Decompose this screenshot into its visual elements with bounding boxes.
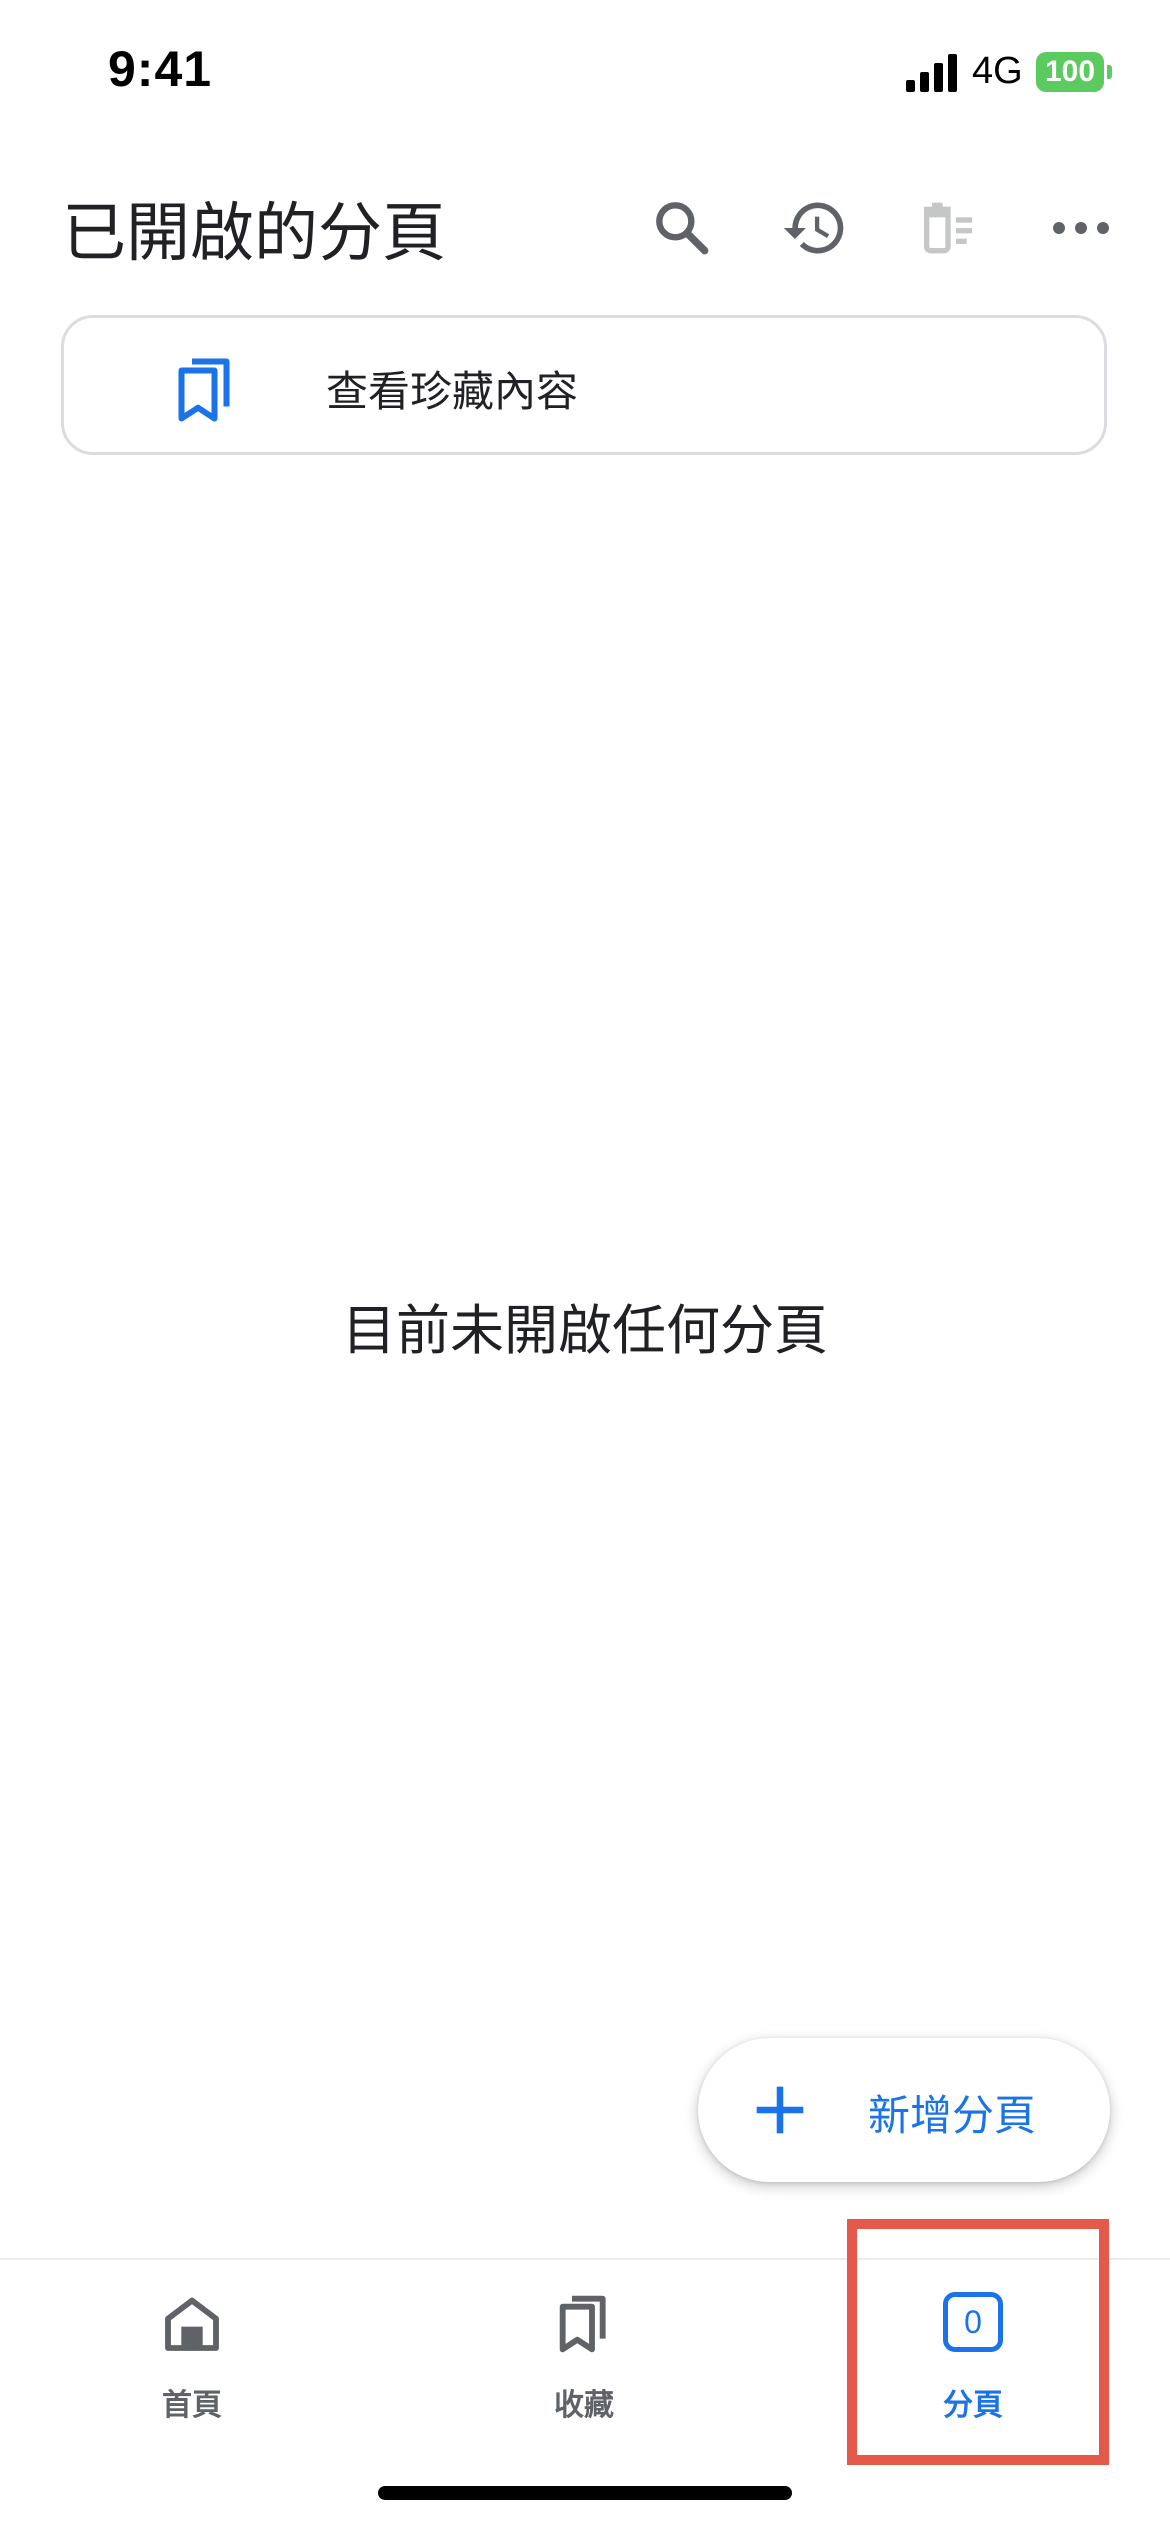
battery-nub — [1107, 65, 1112, 79]
plus-icon — [756, 2086, 804, 2134]
page-title: 已開啟的分頁 — [62, 197, 446, 271]
nav-label-bookmarks: 收藏 — [554, 2388, 614, 2423]
home-indicator[interactable] — [378, 2486, 792, 2500]
battery-icon: 100 — [1036, 52, 1114, 92]
cellular-signal-icon — [906, 54, 957, 92]
nav-label-home: 首頁 — [162, 2388, 222, 2423]
bookmarks-icon — [559, 2295, 606, 2353]
nav-item-bookmarks[interactable]: 收藏 — [454, 2292, 714, 2432]
tab-count-icon: 0 — [943, 2292, 1003, 2352]
nav-item-tabs[interactable]: 0 分頁 — [843, 2292, 1103, 2432]
screen: 9:41 4G 100 已開啟的分頁 查看珍藏內容 目前未開啟任何分頁 新增分頁… — [0, 0, 1170, 2532]
new-tab-label: 新增分頁 — [868, 2091, 1037, 2140]
nav-label-tabs: 分頁 — [943, 2388, 1003, 2423]
empty-state-message: 目前未開啟任何分頁 — [342, 1299, 828, 1362]
nav-item-home[interactable]: 首頁 — [62, 2292, 322, 2432]
history-icon[interactable] — [777, 190, 853, 266]
search-icon[interactable] — [644, 190, 720, 266]
view-bookmarks-label: 查看珍藏內容 — [326, 367, 579, 416]
status-bar: 9:41 4G 100 — [0, 0, 1170, 140]
battery-level: 100 — [1036, 52, 1104, 92]
delete-all-icon[interactable] — [910, 190, 986, 266]
bookmarks-icon — [178, 358, 230, 422]
network-type: 4G — [972, 50, 1023, 92]
home-icon — [165, 2297, 219, 2351]
status-time: 9:41 — [108, 41, 213, 97]
view-bookmarks-button[interactable]: 查看珍藏內容 — [61, 315, 1107, 455]
more-icon[interactable] — [1043, 190, 1119, 266]
new-tab-button[interactable]: 新增分頁 — [698, 2038, 1110, 2182]
